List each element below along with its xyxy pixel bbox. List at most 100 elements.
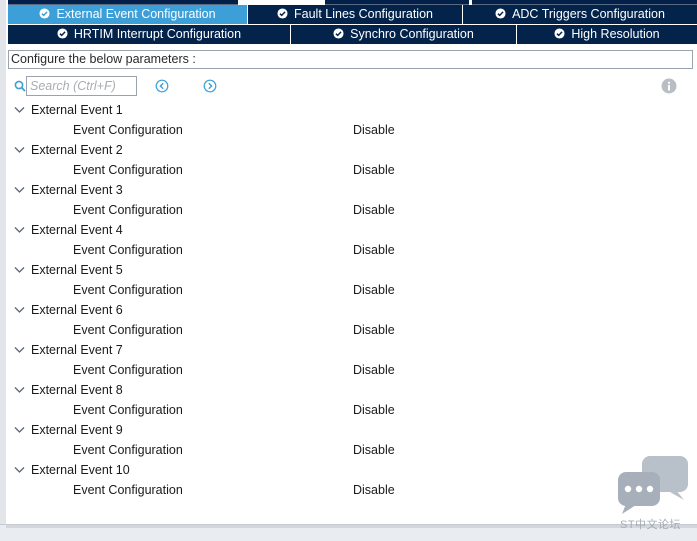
chevron-down-icon[interactable] [14, 146, 25, 154]
tree-group: External Event 8 Event Configuration Dis… [6, 380, 697, 420]
parameter-row[interactable]: Event Configuration Disable [6, 120, 697, 140]
chevron-down-icon[interactable] [14, 186, 25, 194]
parameter-label: Event Configuration [73, 323, 183, 337]
group-title: External Event 7 [31, 343, 123, 357]
chevron-down-icon[interactable] [14, 466, 25, 474]
tab-label: HRTIM Interrupt Configuration [73, 27, 242, 41]
tab-adc-triggers-configuration[interactable]: ADC Triggers Configuration [463, 5, 697, 24]
parameter-row[interactable]: Event Configuration Disable [6, 440, 697, 460]
watermark-text: ST中文论坛 [620, 519, 682, 531]
parameter-value[interactable]: Disable [353, 120, 395, 140]
tree-group-header[interactable]: External Event 3 [6, 180, 697, 200]
tree-group-header[interactable]: External Event 9 [6, 420, 697, 440]
parameter-row[interactable]: Event Configuration Disable [6, 320, 697, 340]
check-circle-icon [495, 8, 506, 19]
parameter-row[interactable]: Event Configuration Disable [6, 240, 697, 260]
tree-group-header[interactable]: External Event 1 [6, 100, 697, 120]
tree-group: External Event 9 Event Configuration Dis… [6, 420, 697, 460]
parameter-row[interactable]: Event Configuration Disable [6, 400, 697, 420]
parameter-row[interactable]: Event Configuration Disable [6, 200, 697, 220]
parameter-row[interactable]: Event Configuration Disable [6, 280, 697, 300]
tree-group-header[interactable]: External Event 4 [6, 220, 697, 240]
tree-group-header[interactable]: External Event 7 [6, 340, 697, 360]
parameters-header: Configure the below parameters : [8, 50, 693, 69]
tree-group-header[interactable]: External Event 5 [6, 260, 697, 280]
tree-group: External Event 10 Event Configuration Di… [6, 460, 697, 500]
parameter-row[interactable]: Event Configuration Disable [6, 480, 697, 500]
tree-group: External Event 5 Event Configuration Dis… [6, 260, 697, 300]
info-icon[interactable] [661, 78, 677, 94]
tab-label: Synchro Configuration [350, 27, 474, 41]
parameter-value[interactable]: Disable [353, 160, 395, 180]
parameter-panel: Configure the below parameters : Externa… [6, 46, 697, 524]
tab-high-resolution[interactable]: High Resolution [517, 25, 697, 44]
parameter-label: Event Configuration [73, 283, 183, 297]
parameter-value[interactable]: Disable [353, 360, 395, 380]
parameter-value[interactable]: Disable [353, 440, 395, 460]
parameter-label: Event Configuration [73, 203, 183, 217]
tab-external-event-configuration[interactable]: External Event Configuration [8, 5, 248, 24]
parameter-value[interactable]: Disable [353, 200, 395, 220]
group-title: External Event 3 [31, 183, 123, 197]
search-toolbar [6, 74, 697, 98]
check-circle-icon [57, 28, 68, 39]
tree-group: External Event 4 Event Configuration Dis… [6, 220, 697, 260]
check-circle-icon [277, 8, 288, 19]
tab-label: External Event Configuration [56, 7, 216, 21]
parameter-label: Event Configuration [73, 483, 183, 497]
group-title: External Event 2 [31, 143, 123, 157]
parameter-row[interactable]: Event Configuration Disable [6, 160, 697, 180]
tab-label: ADC Triggers Configuration [512, 7, 665, 21]
search-input[interactable] [26, 76, 137, 96]
parameter-label: Event Configuration [73, 163, 183, 177]
parameter-row[interactable]: Event Configuration Disable [6, 360, 697, 380]
parameter-value[interactable]: Disable [353, 320, 395, 340]
check-circle-icon [333, 28, 344, 39]
parameter-label: Event Configuration [73, 403, 183, 417]
tab-bar: External Event Configuration Fault Lines… [6, 0, 697, 46]
parameter-value[interactable]: Disable [353, 480, 395, 500]
tree-group: External Event 2 Event Configuration Dis… [6, 140, 697, 180]
tab-label: Fault Lines Configuration [294, 7, 433, 21]
tree-group: External Event 1 Event Configuration Dis… [6, 100, 697, 140]
tree-group-header[interactable]: External Event 8 [6, 380, 697, 400]
tab-fault-lines-configuration[interactable]: Fault Lines Configuration [248, 5, 463, 24]
tree-group-header[interactable]: External Event 6 [6, 300, 697, 320]
parameter-value[interactable]: Disable [353, 240, 395, 260]
chevron-down-icon[interactable] [14, 426, 25, 434]
parameter-value[interactable]: Disable [353, 280, 395, 300]
group-title: External Event 4 [31, 223, 123, 237]
search-icon [14, 80, 26, 92]
parameter-label: Event Configuration [73, 243, 183, 257]
tab-hrtim-interrupt-configuration[interactable]: HRTIM Interrupt Configuration [8, 25, 291, 44]
chevron-down-icon[interactable] [14, 306, 25, 314]
group-title: External Event 8 [31, 383, 123, 397]
chevron-left-circle-icon[interactable] [155, 79, 169, 93]
group-title: External Event 1 [31, 103, 123, 117]
parameter-label: Event Configuration [73, 123, 183, 137]
chevron-down-icon[interactable] [14, 386, 25, 394]
group-title: External Event 6 [31, 303, 123, 317]
chevron-down-icon[interactable] [14, 226, 25, 234]
check-circle-icon [554, 28, 565, 39]
chevron-down-icon[interactable] [14, 346, 25, 354]
parameter-tree: External Event 1 Event Configuration Dis… [6, 100, 697, 500]
scrollbar-track [6, 525, 697, 528]
chevron-right-circle-icon[interactable] [203, 79, 217, 93]
tree-group-header[interactable]: External Event 10 [6, 460, 697, 480]
tree-group: External Event 3 Event Configuration Dis… [6, 180, 697, 220]
group-title: External Event 9 [31, 423, 123, 437]
parameter-label: Event Configuration [73, 443, 183, 457]
parameter-value[interactable]: Disable [353, 400, 395, 420]
chevron-down-icon[interactable] [14, 106, 25, 114]
bottom-scrollbar[interactable] [0, 524, 697, 541]
group-title: External Event 10 [31, 463, 130, 477]
tab-synchro-configuration[interactable]: Synchro Configuration [291, 25, 517, 44]
tree-group-header[interactable]: External Event 2 [6, 140, 697, 160]
chevron-down-icon[interactable] [14, 266, 25, 274]
tab-label: High Resolution [571, 27, 660, 41]
tree-group: External Event 6 Event Configuration Dis… [6, 300, 697, 340]
parameter-label: Event Configuration [73, 363, 183, 377]
group-title: External Event 5 [31, 263, 123, 277]
tree-group: External Event 7 Event Configuration Dis… [6, 340, 697, 380]
